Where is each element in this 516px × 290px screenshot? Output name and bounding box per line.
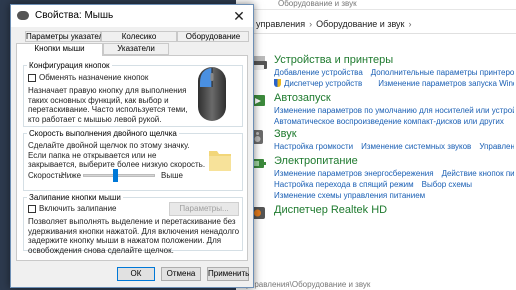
description-line: Сделайте двойной щелчок по этому значку.	[28, 141, 190, 150]
description-line: перетаскивание. Часто используется теми,	[28, 105, 188, 114]
link[interactable]: Изменение параметров по умолчанию для но…	[274, 106, 514, 115]
breadcrumb-separator-icon: ›	[408, 19, 412, 29]
category-autoplay: Автозапуск Изменение параметров по умолч…	[250, 92, 514, 127]
speed-low-label: Ниже	[61, 171, 82, 180]
shield-icon	[274, 79, 281, 87]
cancel-button[interactable]: Отмена	[161, 267, 201, 281]
bottom-crumb: управления\Оборудование и звук	[246, 280, 371, 289]
category-title[interactable]: Электропитание	[274, 155, 514, 168]
description-line: удерживания кнопки нажатой. Для включени…	[28, 226, 240, 236]
category-title[interactable]: Звук	[274, 128, 514, 141]
mouse-properties-dialog: Свойства: Мышь ✕ Параметры указателя Кол…	[10, 4, 254, 288]
mouse-icon	[17, 11, 29, 20]
tab-pointer-options[interactable]: Параметры указателя	[25, 31, 108, 42]
link[interactable]: Дополнительные параметры принтеров	[371, 68, 514, 77]
link[interactable]: Управление	[479, 142, 514, 151]
description-line: задержите кнопку мыши в нажатом положени…	[28, 236, 222, 245]
description-line: Позволяет выполнять выделение и перетаск…	[28, 217, 236, 226]
title-bar[interactable]: Свойства: Мышь ✕	[11, 5, 253, 27]
speed-slider-track[interactable]	[83, 169, 155, 182]
group-legend: Залипание кнопки мыши	[29, 193, 121, 202]
breadcrumb[interactable]: управления › Оборудование и звук ›	[236, 14, 516, 34]
description-line: кто работает с мышью левой рукой.	[28, 114, 162, 124]
checkbox-label[interactable]: Включить залипание	[39, 204, 116, 214]
speed-label: Скорость:	[28, 171, 65, 180]
mouse-illustration-icon	[198, 67, 226, 121]
link[interactable]: Автоматическое воспроизведение компакт-д…	[274, 117, 504, 126]
description-line: Назначает правую кнопку для выполнения	[28, 86, 187, 95]
clicklock-settings-button[interactable]: Параметры...	[169, 202, 239, 216]
link[interactable]: Настройка перехода в спящий режим	[274, 180, 414, 189]
description-line: освобождения снова сделайте щелчок.	[28, 245, 174, 255]
dialog-title: Свойства: Мышь	[35, 10, 114, 21]
category-power: Электропитание Изменение параметров энер…	[250, 155, 514, 201]
description-line: Если папка не открывается или не	[28, 150, 157, 160]
link[interactable]: Изменение параметров запуска Windo	[378, 79, 514, 88]
tab-buttons[interactable]: Кнопки мыши	[16, 43, 103, 56]
link[interactable]: Выбор схемы	[422, 180, 472, 189]
group-legend: Конфигурация кнопок	[29, 61, 110, 70]
folder-icon[interactable]	[207, 145, 233, 173]
link[interactable]: Изменение системных звуков	[361, 142, 471, 151]
category-devices: Устройства и принтеры Добавление устройс…	[249, 54, 514, 89]
checkbox-label[interactable]: Обменять назначение кнопок	[39, 73, 148, 83]
ok-button[interactable]: ОК	[117, 267, 155, 281]
breadcrumb-item[interactable]: Оборудование и звук	[316, 19, 404, 29]
speed-high-label: Выше	[161, 171, 183, 180]
breadcrumb-separator-icon: ›	[309, 19, 313, 29]
link[interactable]: Настройка громкости	[274, 142, 353, 151]
description-line: таких основных функций, как выбор и	[28, 95, 169, 105]
speed-slider-thumb[interactable]	[113, 169, 119, 182]
category-realtek: Диспетчер Realtek HD	[250, 204, 514, 219]
link[interactable]: Действие кнопок питания	[442, 169, 514, 178]
top-crumb: Оборудование и звук	[248, 0, 516, 10]
tab-pointers[interactable]: Указатели	[103, 43, 169, 55]
category-sound: Звук Настройка громкости Изменение систем…	[252, 128, 514, 152]
tab-hardware[interactable]: Оборудование	[177, 31, 249, 42]
apply-button[interactable]: Применить	[207, 267, 249, 281]
category-title[interactable]: Устройства и принтеры	[274, 54, 514, 67]
clicklock-checkbox[interactable]	[28, 205, 36, 213]
close-icon[interactable]: ✕	[229, 6, 249, 26]
tab-wheel[interactable]: Колесико	[101, 31, 177, 42]
category-title[interactable]: Диспетчер Realtek HD	[274, 204, 514, 217]
link[interactable]: Изменение схемы управления питанием	[274, 191, 425, 200]
control-panel-window: Оборудование и звук управления › Оборудова…	[236, 0, 516, 290]
swap-buttons-checkbox[interactable]	[28, 74, 36, 82]
link[interactable]: Диспетчер устройств	[284, 79, 362, 88]
breadcrumb-item[interactable]: управления	[256, 19, 305, 29]
group-legend: Скорость выполнения двойного щелчка	[29, 129, 177, 138]
link[interactable]: Добавление устройства	[274, 68, 363, 77]
category-title[interactable]: Автозапуск	[274, 92, 514, 105]
link[interactable]: Изменение параметров энергосбережения	[274, 169, 434, 178]
